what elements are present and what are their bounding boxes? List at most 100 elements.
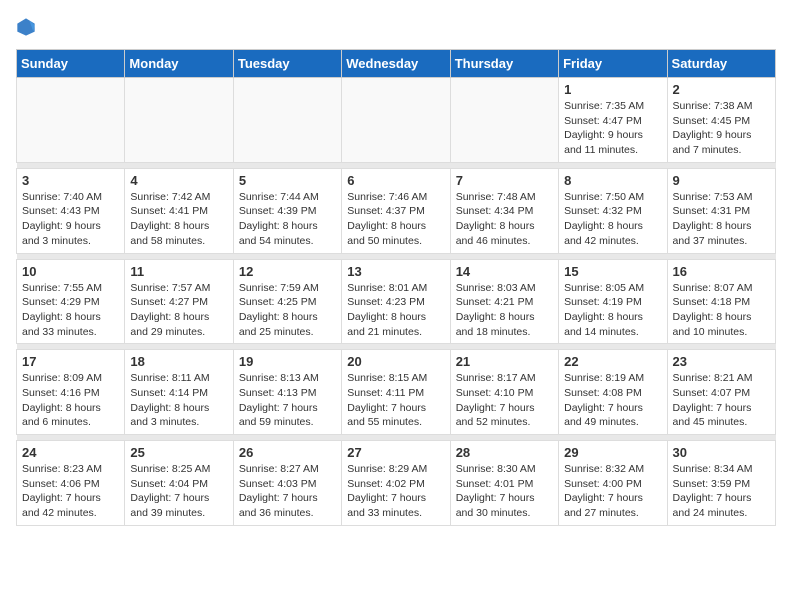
day-info: Sunrise: 7:53 AM Sunset: 4:31 PM Dayligh…	[673, 190, 770, 249]
day-cell: 15 Sunrise: 8:05 AM Sunset: 4:19 PM Dayli…	[559, 259, 667, 344]
day-info: Sunrise: 7:59 AM Sunset: 4:25 PM Dayligh…	[239, 281, 336, 340]
day-info: Sunrise: 7:46 AM Sunset: 4:37 PM Dayligh…	[347, 190, 444, 249]
day-cell: 12 Sunrise: 7:59 AM Sunset: 4:25 PM Dayli…	[233, 259, 341, 344]
week-row-2: 3 Sunrise: 7:40 AM Sunset: 4:43 PM Daylig…	[17, 168, 776, 253]
day-number: 24	[22, 445, 119, 460]
header-day-thursday: Thursday	[450, 50, 558, 78]
header-day-sunday: Sunday	[17, 50, 125, 78]
day-number: 14	[456, 264, 553, 279]
day-info: Sunrise: 7:40 AM Sunset: 4:43 PM Dayligh…	[22, 190, 119, 249]
day-info: Sunrise: 8:03 AM Sunset: 4:21 PM Dayligh…	[456, 281, 553, 340]
day-cell: 2Sunrise: 7:38 AM Sunset: 4:45 PM Daylig…	[667, 78, 775, 163]
header-day-friday: Friday	[559, 50, 667, 78]
day-cell: 1Sunrise: 7:35 AM Sunset: 4:47 PM Daylig…	[559, 78, 667, 163]
day-number: 22	[564, 354, 661, 369]
day-number: 30	[673, 445, 770, 460]
day-info: Sunrise: 8:27 AM Sunset: 4:03 PM Dayligh…	[239, 462, 336, 521]
day-cell: 19 Sunrise: 8:13 AM Sunset: 4:13 PM Dayli…	[233, 350, 341, 435]
day-cell: 28 Sunrise: 8:30 AM Sunset: 4:01 PM Dayli…	[450, 441, 558, 526]
day-info: Sunrise: 8:19 AM Sunset: 4:08 PM Dayligh…	[564, 371, 661, 430]
week-row-3: 10 Sunrise: 7:55 AM Sunset: 4:29 PM Dayli…	[17, 259, 776, 344]
day-cell: 11 Sunrise: 7:57 AM Sunset: 4:27 PM Dayli…	[125, 259, 233, 344]
day-number: 9	[673, 173, 770, 188]
day-cell: 16 Sunrise: 8:07 AM Sunset: 4:18 PM Dayli…	[667, 259, 775, 344]
day-cell	[17, 78, 125, 163]
day-info: Sunrise: 8:17 AM Sunset: 4:10 PM Dayligh…	[456, 371, 553, 430]
day-number: 8	[564, 173, 661, 188]
day-number: 23	[673, 354, 770, 369]
day-cell: 20 Sunrise: 8:15 AM Sunset: 4:11 PM Dayli…	[342, 350, 450, 435]
day-cell: 7Sunrise: 7:48 AM Sunset: 4:34 PM Daylig…	[450, 168, 558, 253]
day-info: Sunrise: 8:01 AM Sunset: 4:23 PM Dayligh…	[347, 281, 444, 340]
day-number: 21	[456, 354, 553, 369]
day-cell: 27Sunrise: 8:29 AM Sunset: 4:02 PM Dayli…	[342, 441, 450, 526]
day-info: Sunrise: 7:50 AM Sunset: 4:32 PM Dayligh…	[564, 190, 661, 249]
day-info: Sunrise: 8:13 AM Sunset: 4:13 PM Dayligh…	[239, 371, 336, 430]
day-cell: 3 Sunrise: 7:40 AM Sunset: 4:43 PM Daylig…	[17, 168, 125, 253]
day-info: Sunrise: 8:15 AM Sunset: 4:11 PM Dayligh…	[347, 371, 444, 430]
header-day-saturday: Saturday	[667, 50, 775, 78]
day-number: 25	[130, 445, 227, 460]
day-number: 13	[347, 264, 444, 279]
day-cell: 29 Sunrise: 8:32 AM Sunset: 4:00 PM Dayli…	[559, 441, 667, 526]
header-day-monday: Monday	[125, 50, 233, 78]
day-number: 19	[239, 354, 336, 369]
day-cell: 18 Sunrise: 8:11 AM Sunset: 4:14 PM Dayli…	[125, 350, 233, 435]
day-cell: 26 Sunrise: 8:27 AM Sunset: 4:03 PM Dayli…	[233, 441, 341, 526]
day-cell: 13 Sunrise: 8:01 AM Sunset: 4:23 PM Dayli…	[342, 259, 450, 344]
day-cell	[342, 78, 450, 163]
calendar-header-row: SundayMondayTuesdayWednesdayThursdayFrid…	[17, 50, 776, 78]
day-info: Sunrise: 8:11 AM Sunset: 4:14 PM Dayligh…	[130, 371, 227, 430]
day-cell: 25 Sunrise: 8:25 AM Sunset: 4:04 PM Dayli…	[125, 441, 233, 526]
day-number: 20	[347, 354, 444, 369]
day-cell: 5Sunrise: 7:44 AM Sunset: 4:39 PM Daylig…	[233, 168, 341, 253]
day-number: 29	[564, 445, 661, 460]
day-cell: 22 Sunrise: 8:19 AM Sunset: 4:08 PM Dayli…	[559, 350, 667, 435]
day-info: Sunrise: 8:09 AM Sunset: 4:16 PM Dayligh…	[22, 371, 119, 430]
day-cell: 17 Sunrise: 8:09 AM Sunset: 4:16 PM Dayli…	[17, 350, 125, 435]
header-day-wednesday: Wednesday	[342, 50, 450, 78]
day-number: 3	[22, 173, 119, 188]
day-number: 12	[239, 264, 336, 279]
day-info: Sunrise: 8:34 AM Sunset: 3:59 PM Dayligh…	[673, 462, 770, 521]
day-info: Sunrise: 8:07 AM Sunset: 4:18 PM Dayligh…	[673, 281, 770, 340]
day-number: 26	[239, 445, 336, 460]
day-info: Sunrise: 8:05 AM Sunset: 4:19 PM Dayligh…	[564, 281, 661, 340]
calendar: SundayMondayTuesdayWednesdayThursdayFrid…	[16, 49, 776, 526]
day-cell	[450, 78, 558, 163]
day-cell: 23 Sunrise: 8:21 AM Sunset: 4:07 PM Dayli…	[667, 350, 775, 435]
day-info: Sunrise: 8:21 AM Sunset: 4:07 PM Dayligh…	[673, 371, 770, 430]
day-number: 5	[239, 173, 336, 188]
day-number: 16	[673, 264, 770, 279]
day-number: 1	[564, 82, 661, 97]
day-number: 11	[130, 264, 227, 279]
day-info: Sunrise: 7:48 AM Sunset: 4:34 PM Dayligh…	[456, 190, 553, 249]
day-cell: 30 Sunrise: 8:34 AM Sunset: 3:59 PM Dayli…	[667, 441, 775, 526]
day-cell: 21 Sunrise: 8:17 AM Sunset: 4:10 PM Dayli…	[450, 350, 558, 435]
day-info: Sunrise: 8:32 AM Sunset: 4:00 PM Dayligh…	[564, 462, 661, 521]
day-info: Sunrise: 8:25 AM Sunset: 4:04 PM Dayligh…	[130, 462, 227, 521]
day-cell: 10 Sunrise: 7:55 AM Sunset: 4:29 PM Dayli…	[17, 259, 125, 344]
day-cell: 14 Sunrise: 8:03 AM Sunset: 4:21 PM Dayli…	[450, 259, 558, 344]
day-cell: 4Sunrise: 7:42 AM Sunset: 4:41 PM Daylig…	[125, 168, 233, 253]
logo	[16, 16, 40, 37]
day-number: 6	[347, 173, 444, 188]
day-info: Sunrise: 8:29 AM Sunset: 4:02 PM Dayligh…	[347, 462, 444, 521]
week-row-4: 17 Sunrise: 8:09 AM Sunset: 4:16 PM Dayli…	[17, 350, 776, 435]
day-number: 17	[22, 354, 119, 369]
day-number: 28	[456, 445, 553, 460]
day-number: 10	[22, 264, 119, 279]
day-info: Sunrise: 7:57 AM Sunset: 4:27 PM Dayligh…	[130, 281, 227, 340]
day-info: Sunrise: 8:30 AM Sunset: 4:01 PM Dayligh…	[456, 462, 553, 521]
logo-icon	[16, 17, 36, 37]
week-row-5: 24 Sunrise: 8:23 AM Sunset: 4:06 PM Dayli…	[17, 441, 776, 526]
day-number: 18	[130, 354, 227, 369]
day-cell: 24 Sunrise: 8:23 AM Sunset: 4:06 PM Dayli…	[17, 441, 125, 526]
day-number: 15	[564, 264, 661, 279]
day-info: Sunrise: 8:23 AM Sunset: 4:06 PM Dayligh…	[22, 462, 119, 521]
day-number: 2	[673, 82, 770, 97]
header-day-tuesday: Tuesday	[233, 50, 341, 78]
header	[16, 16, 776, 37]
day-info: Sunrise: 7:55 AM Sunset: 4:29 PM Dayligh…	[22, 281, 119, 340]
day-number: 4	[130, 173, 227, 188]
